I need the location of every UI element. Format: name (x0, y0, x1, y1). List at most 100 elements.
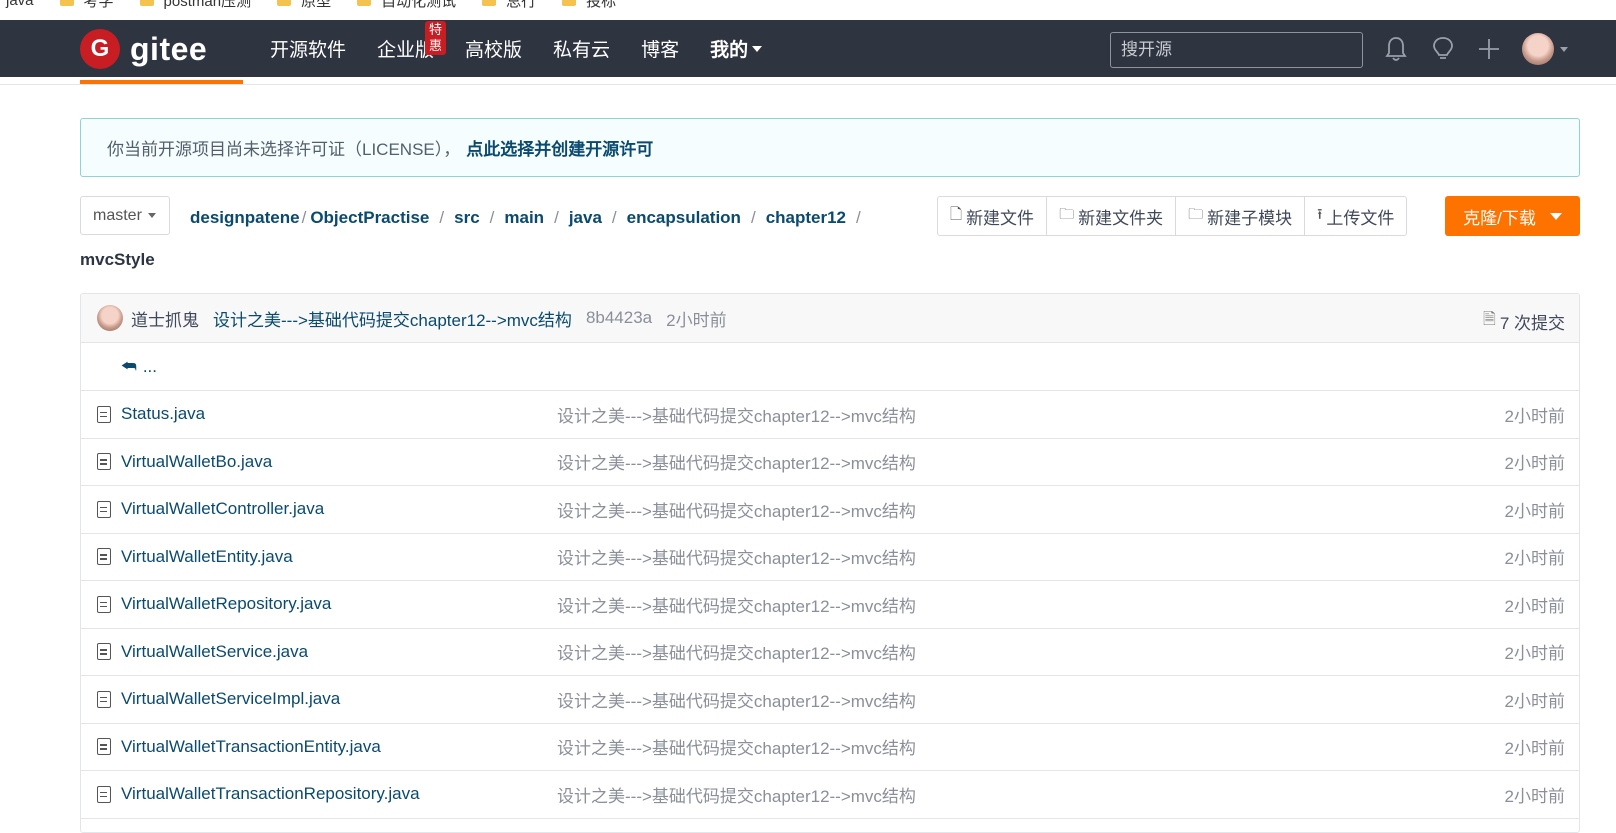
clone-download-button[interactable]: 克隆/下载 (1445, 196, 1580, 236)
chevron-down-icon[interactable] (1560, 47, 1568, 52)
file-icon (97, 690, 111, 708)
plus-icon[interactable] (1478, 36, 1500, 68)
breadcrumb-separator: / (554, 208, 559, 227)
file-name[interactable]: VirtualWalletController.java (121, 499, 324, 519)
commit-author[interactable]: 道士抓鬼 (131, 306, 199, 331)
bookmarks-bar: java 考学 postman压测 原型 自动化测试 总行 投标 (0, 0, 1616, 10)
bookmark-item[interactable]: postman压测 (139, 0, 251, 11)
breadcrumb-separator: / (301, 208, 307, 227)
file-commit-message[interactable]: 设计之美--->基础代码提交chapter12-->mvc结构 (557, 402, 916, 427)
file-commit-message[interactable]: 设计之美--->基础代码提交chapter12-->mvc结构 (557, 449, 916, 474)
table-row[interactable]: VirtualWalletRepository.java 设计之美--->基础代码… (81, 581, 1579, 629)
commit-count-label: 7 次提交 (1499, 314, 1565, 333)
file-icon (97, 405, 111, 423)
bookmark-item[interactable]: 投标 (562, 0, 616, 11)
file-icon (97, 595, 111, 613)
new-file-button[interactable]: 🗋 新建文件 (938, 197, 1048, 235)
bookmark-item[interactable]: 总行 (482, 0, 536, 11)
search-input[interactable] (1110, 32, 1363, 68)
nav-private-cloud[interactable]: 私有云 (553, 35, 610, 62)
branch-selector[interactable]: master (80, 196, 170, 235)
folder-icon (482, 0, 497, 6)
bookmark-label: 原型 (301, 0, 332, 10)
nav-enterprise[interactable]: 企业版 特惠 (377, 21, 447, 62)
file-commit-message[interactable]: 设计之美--->基础代码提交chapter12-->mvc结构 (557, 782, 916, 807)
bookmark-label: 投标 (586, 0, 617, 10)
folder-icon (357, 0, 372, 6)
bookmark-label: 考学 (83, 0, 114, 10)
breadcrumb-item[interactable]: chapter12 (766, 208, 846, 228)
breadcrumb-item[interactable]: src (454, 208, 480, 228)
file-commit-message[interactable]: 设计之美--->基础代码提交chapter12-->mvc结构 (557, 497, 916, 522)
table-row[interactable]: VirtualWalletTransactionRepository.java 设… (81, 771, 1579, 819)
nav-open-source[interactable]: 开源软件 (270, 35, 346, 62)
table-row[interactable]: VirtualWalletServiceImpl.java 设计之美--->基础代… (81, 676, 1579, 724)
file-name[interactable]: VirtualWalletService.java (121, 642, 308, 662)
breadcrumb-item[interactable]: main (504, 208, 544, 228)
breadcrumb-separator: / (489, 208, 495, 227)
table-row[interactable]: VirtualWalletController.java 设计之美--->基础代码… (81, 486, 1579, 534)
bell-icon[interactable] (1385, 36, 1407, 68)
table-row[interactable]: Status.java 设计之美--->基础代码提交chapter12-->mvc… (81, 391, 1579, 439)
top-navbar: G gitee 开源软件 企业版 特惠 高校版 私有云 博客 我的 (0, 20, 1616, 77)
file-commit-message[interactable]: 设计之美--->基础代码提交chapter12-->mvc结构 (557, 639, 916, 664)
lightbulb-icon[interactable] (1432, 36, 1454, 68)
file-name[interactable]: Status.java (121, 404, 205, 424)
bookmark-item[interactable]: 自动化测试 (357, 0, 456, 11)
gitee-logo[interactable]: G gitee (80, 29, 207, 69)
new-file-label: 新建文件 (966, 208, 1035, 228)
commit-sha[interactable]: 8b4423a (586, 308, 652, 328)
file-name[interactable]: VirtualWalletTransactionEntity.java (121, 737, 381, 757)
bookmark-item[interactable]: 原型 (277, 0, 331, 11)
latest-commit-bar: 道士抓鬼 设计之美--->基础代码提交chapter12-->mvc结构 8b4… (81, 294, 1579, 343)
chevron-down-icon (1549, 212, 1562, 220)
file-name[interactable]: VirtualWalletRepository.java (121, 594, 331, 614)
file-commit-message[interactable]: 设计之美--->基础代码提交chapter12-->mvc结构 (557, 592, 916, 617)
table-row[interactable]: VirtualWalletService.java 设计之美--->基础代码提交c… (81, 629, 1579, 676)
create-license-link[interactable]: 点此选择并创建开源许可 (466, 135, 653, 160)
file-commit-time: 2小时前 (1504, 501, 1565, 521)
file-commit-message[interactable]: 设计之美--->基础代码提交chapter12-->mvc结构 (557, 734, 916, 759)
file-name[interactable]: VirtualWalletServiceImpl.java (121, 689, 340, 709)
breadcrumb-item[interactable]: encapsulation (627, 208, 741, 228)
file-commit-message[interactable]: 设计之美--->基础代码提交chapter12-->mvc结构 (557, 544, 916, 569)
bookmark-label: java (6, 0, 34, 9)
avatar[interactable] (1522, 33, 1554, 65)
parent-directory-row[interactable]: ⮪ ... (81, 343, 1579, 391)
file-name[interactable]: VirtualWalletEntity.java (121, 547, 293, 567)
new-folder-button[interactable]: 🗀 新建文件夹 (1047, 197, 1177, 235)
commit-count[interactable]: 🗎 7 次提交 (1483, 308, 1565, 335)
nav-blog[interactable]: 博客 (641, 35, 679, 62)
file-icon (97, 785, 111, 803)
current-directory: mvcStyle (80, 250, 155, 269)
upload-file-button[interactable]: ⭱ 上传文件 (1305, 197, 1406, 235)
breadcrumb-item[interactable]: designpatene (190, 208, 300, 228)
license-notice: 你当前开源项目尚未选择许可证（LICENSE）， 点此选择并创建开源许可 (80, 118, 1580, 177)
bookmark-item[interactable]: 考学 (59, 0, 114, 11)
table-row[interactable]: VirtualWalletTransactionEntity.java 设计之美-… (81, 724, 1579, 771)
file-commit-time: 2小时前 (1504, 454, 1565, 474)
breadcrumb-item[interactable]: java (569, 208, 602, 228)
file-commit-message[interactable]: 设计之美--->基础代码提交chapter12-->mvc结构 (557, 687, 916, 712)
upload-icon: ⭱ (1317, 205, 1323, 223)
bookmark-item[interactable]: java (0, 0, 34, 9)
new-folder-label: 新建文件夹 (1078, 208, 1164, 228)
table-row[interactable]: VirtualWalletEntity.java 设计之美--->基础代码提交ch… (81, 534, 1579, 581)
file-icon (97, 453, 111, 471)
breadcrumb-separator: / (856, 208, 861, 227)
commit-message[interactable]: 设计之美--->基础代码提交chapter12-->mvc结构 (213, 306, 572, 331)
table-row[interactable]: VirtualWalletBo.java 设计之美--->基础代码提交chapte… (81, 439, 1579, 486)
nav-education[interactable]: 高校版 (465, 35, 522, 62)
avatar[interactable] (97, 305, 123, 331)
breadcrumb: designpatene / ObjectPractise / src / main /… (190, 208, 871, 228)
commits-icon: 🗎 (1482, 311, 1496, 328)
file-name[interactable]: VirtualWalletTransactionRepository.java (121, 784, 420, 804)
submodule-icon: 🗀 (1188, 205, 1204, 223)
breadcrumb-item[interactable]: ObjectPractise (310, 208, 429, 228)
nav-mine[interactable]: 我的 (710, 35, 763, 62)
file-commit-time: 2小时前 (1504, 596, 1565, 616)
breadcrumb-separator: / (439, 208, 445, 227)
new-submodule-button[interactable]: 🗀 新建子模块 (1176, 197, 1306, 235)
upload-label: 上传文件 (1326, 208, 1395, 228)
file-name[interactable]: VirtualWalletBo.java (121, 452, 272, 472)
